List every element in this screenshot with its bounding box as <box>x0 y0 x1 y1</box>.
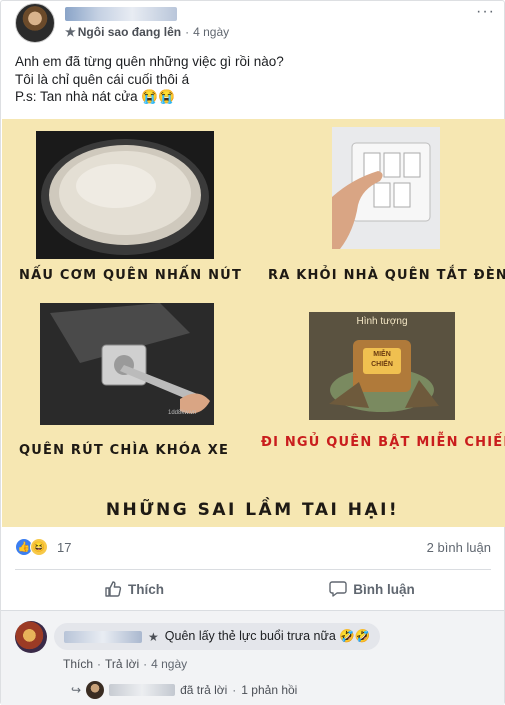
comment-label: Bình luận <box>353 581 415 597</box>
commenter-avatar[interactable] <box>15 621 47 653</box>
comment-button[interactable]: Bình luận <box>253 574 491 604</box>
meta-separator: · <box>185 25 190 39</box>
comment-time[interactable]: 4 ngày <box>151 657 187 671</box>
more-options-icon[interactable]: ··· <box>476 3 495 21</box>
rice-cooker-photo <box>36 131 214 259</box>
inset-title: Hình tượng <box>356 316 408 327</box>
thumbs-up-icon <box>105 581 122 597</box>
meme-headline: NHỮNG SAI LẦM TAI HẠI! <box>105 500 400 520</box>
post-time[interactable]: 4 ngày <box>193 25 229 39</box>
post-meta: ★ Ngôi sao đang lên · 4 ngày <box>65 25 229 39</box>
post-line: Tôi là chỉ quên cái cuối thôi á <box>15 71 190 87</box>
comment-like-link[interactable]: Thích <box>63 657 93 671</box>
post-line: Anh em đã từng quên những việc gì rồi nà… <box>15 54 284 69</box>
rising-star-badge: ★ Ngôi sao đang lên <box>65 25 181 39</box>
post-text: Anh em đã từng quên những việc gì rồi nà… <box>15 53 485 106</box>
motorbike-key-photo: 1dd8kw.vn <box>40 303 214 425</box>
author-avatar[interactable] <box>15 3 55 43</box>
comment-count[interactable]: 2 bình luận <box>427 540 491 555</box>
comment-sep: · <box>143 657 148 671</box>
inset-badge-line-1: MIỄN <box>373 351 391 358</box>
photo-watermark: 1dd8kw.vn <box>168 410 197 416</box>
commenter-name-blurred[interactable] <box>64 630 142 643</box>
like-button[interactable]: Thích <box>15 574 253 604</box>
comment-bubble: ★ Quên lấy thẻ lực buổi trưa nữa 🤣🤣 <box>54 623 381 650</box>
game-screenshot: Hình tượng MIỄN CHIẾN <box>309 312 455 420</box>
reply-count: 1 phản hồi <box>241 683 298 697</box>
badge-label: Ngôi sao đang lên <box>77 25 182 39</box>
reactions-bar: 👍 😆 17 2 bình luận <box>15 538 493 558</box>
comment-text: Quên lấy thẻ lực buổi trưa nữa 🤣🤣 <box>164 629 371 643</box>
comment-bubble-icon <box>329 581 347 597</box>
replier-avatar <box>86 681 105 699</box>
caption-motorbike-key: QUÊN RÚT CHÌA KHÓA XE <box>19 443 230 458</box>
replies-toggle[interactable]: ↪ đã trả lời · 1 phản hồi <box>71 681 297 699</box>
reaction-count[interactable]: 17 <box>57 540 71 555</box>
inset-badge-line-2: CHIẾN <box>371 361 393 368</box>
author-name-blurred[interactable] <box>65 7 177 21</box>
post-header: ★ Ngôi sao đang lên · 4 ngày ··· <box>15 3 495 45</box>
like-label: Thích <box>128 581 164 597</box>
star-icon: ★ <box>148 629 159 644</box>
reaction-icons[interactable]: 👍 😆 <box>15 538 48 556</box>
reply-summary: đã trả lời <box>180 683 228 697</box>
action-bar: Thích Bình luận <box>15 574 491 604</box>
post-card: ★ Ngôi sao đang lên · 4 ngày ··· Anh em … <box>0 0 505 705</box>
post-line: P.s: Tan nhà nát cửa 😭😭 <box>15 89 175 104</box>
reply-arrow-icon: ↪ <box>71 683 82 697</box>
comments-section: ★ Quên lấy thẻ lực buổi trưa nữa 🤣🤣 Thíc… <box>1 610 504 705</box>
star-icon: ★ <box>65 25 76 39</box>
light-switch-photo <box>332 127 440 249</box>
comment-sep: · <box>97 657 102 671</box>
haha-reaction-icon: 😆 <box>30 538 48 556</box>
caption-light-switch: RA KHỎI NHÀ QUÊN TẮT ĐÈN <box>268 268 505 283</box>
comment-actions: Thích · Trả lời · 4 ngày <box>63 657 187 671</box>
meme-image[interactable]: 1dd8kw.vn Hình tượng MIỄN CHIẾN NẤU CƠM … <box>2 119 505 527</box>
caption-rice-cooker: NẤU CƠM QUÊN NHẤN NÚT <box>19 268 243 283</box>
divider <box>15 569 491 570</box>
caption-game-shield: ĐI NGỦ QUÊN BẬT MIỄN CHIẾN <box>261 435 505 450</box>
reply-sep: · <box>232 683 237 697</box>
comment-reply-link[interactable]: Trả lời <box>105 657 139 671</box>
replier-name-blurred <box>109 684 176 696</box>
